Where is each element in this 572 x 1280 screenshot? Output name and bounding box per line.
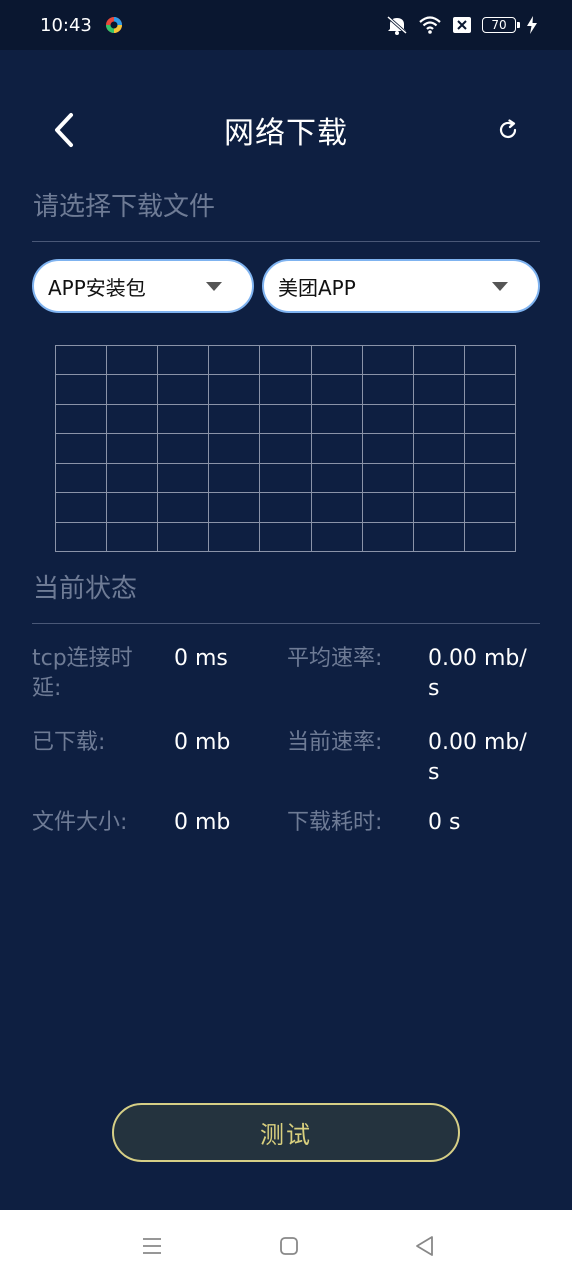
home-icon[interactable]: [277, 1234, 301, 1258]
download-time-value: 0 s: [428, 810, 461, 835]
current-speed-value: 0.00 mb/ s: [428, 728, 527, 788]
back-triangle-icon[interactable]: [413, 1234, 437, 1258]
divider: [32, 241, 540, 242]
avg-speed-value: 0.00 mb/ s: [428, 644, 527, 704]
speed-chart-grid: [55, 345, 516, 552]
tcp-latency-value: 0 ms: [174, 646, 228, 671]
download-time-label: 下载耗时:: [287, 810, 383, 835]
current-speed-value-line2: s: [428, 760, 440, 785]
test-button-label: 测试: [260, 1121, 312, 1149]
current-speed-value-line1: 0.00 mb/: [428, 730, 527, 755]
tcp-latency-label-line2: 延:: [32, 676, 62, 701]
file-size-value: 0 mb: [174, 810, 231, 835]
avg-speed-value-line1: 0.00 mb/: [428, 646, 527, 671]
category-dropdown-label: APP安装包: [48, 275, 146, 300]
caret-down-icon: [492, 281, 508, 291]
status-left: 10:43: [40, 15, 124, 36]
tcp-latency-label-line1: tcp连接时: [32, 646, 133, 671]
sim-blocked-icon: [453, 17, 471, 33]
refresh-icon: [499, 119, 517, 139]
current-status-heading: 当前状态: [33, 574, 138, 604]
downloaded-label: 已下载:: [32, 730, 106, 755]
status-bar: 10:43 70: [0, 0, 572, 50]
category-dropdown[interactable]: APP安装包: [32, 259, 254, 313]
tcp-latency-label: tcp连接时 延:: [32, 644, 133, 704]
header: 网络下载: [0, 96, 572, 160]
battery-icon: 70: [482, 17, 520, 33]
test-button[interactable]: 测试: [112, 1103, 460, 1162]
select-file-heading: 请选择下载文件: [33, 192, 216, 222]
avg-speed-value-line2: s: [428, 676, 440, 701]
downloaded-value: 0 mb: [174, 730, 231, 755]
file-dropdown[interactable]: 美团APP: [262, 259, 540, 313]
charging-icon: [527, 16, 537, 34]
divider: [32, 623, 540, 624]
wifi-icon: [419, 16, 441, 34]
page-title: 网络下载: [224, 116, 348, 151]
refresh-button[interactable]: [494, 116, 522, 144]
caret-down-icon: [206, 281, 222, 291]
app-notification-icon: [105, 17, 122, 33]
navigation-bar: [0, 1210, 572, 1280]
menu-icon[interactable]: [140, 1234, 164, 1258]
current-speed-label: 当前速率:: [287, 730, 383, 755]
mute-icon: [387, 15, 407, 35]
file-size-label: 文件大小:: [32, 810, 128, 835]
file-dropdown-label: 美团APP: [278, 275, 356, 300]
status-right: 70: [386, 15, 538, 35]
status-time: 10:43: [40, 14, 92, 36]
avg-speed-label: 平均速率:: [287, 646, 383, 671]
